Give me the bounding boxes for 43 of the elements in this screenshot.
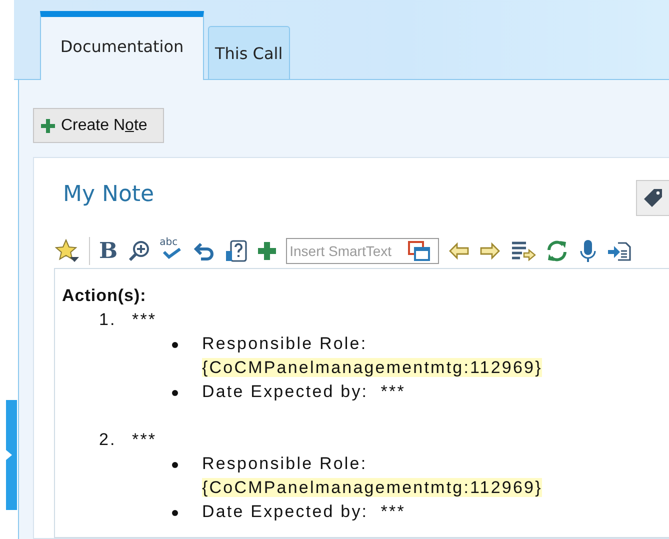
zoom-in-icon[interactable]	[126, 239, 151, 263]
smarttext-field[interactable]: Insert SmartText	[286, 238, 439, 264]
tag-icon	[642, 187, 664, 209]
list-number: 1.	[99, 309, 118, 331]
action-text: ***	[132, 309, 157, 331]
side-panel-handle[interactable]	[6, 400, 17, 510]
action-text: ***	[132, 429, 157, 451]
smarttext-input[interactable]: Insert SmartText	[290, 243, 408, 259]
smarttext-link[interactable]: {CoCMPanelmanagementmtg:112969}	[202, 478, 542, 497]
note-heading: Action(s):	[62, 285, 148, 307]
tag-button[interactable]	[636, 180, 669, 216]
spell-check-button[interactable]: abc	[160, 238, 184, 264]
note-editor[interactable]: Action(s): 1. *** Responsible Role: {CoCMPanelmanagementmtg:112969} Date Expected by: *** 2. *** Responsible Role: {CoCMPanelmanagementmtg:112969} Date Expected by: ***	[54, 268, 669, 538]
bullet-icon	[172, 342, 178, 348]
detail-label: Date Expected by:	[202, 502, 368, 521]
caret-right-icon	[6, 450, 12, 460]
detail-label: Date Expected by:	[202, 382, 368, 401]
list-arrow-icon[interactable]	[510, 240, 536, 262]
list-number: 2.	[99, 429, 118, 451]
microphone-icon[interactable]	[578, 239, 598, 263]
bullet-icon	[172, 390, 178, 396]
create-note-button[interactable]: Create Note	[33, 108, 164, 143]
arrow-right-icon[interactable]	[478, 242, 501, 260]
windows-icon[interactable]	[408, 241, 430, 261]
detail-value: ***	[380, 502, 406, 521]
note-title: My Note	[63, 182, 154, 206]
plus-icon	[40, 118, 56, 134]
star-icon[interactable]	[54, 238, 80, 264]
tab[interactable]: This Call	[208, 26, 290, 79]
help-document-icon[interactable]	[224, 239, 248, 263]
smarttext-link[interactable]: {CoCMPanelmanagementmtg:112969}	[202, 358, 542, 377]
refresh-icon[interactable]	[544, 239, 569, 263]
plus-icon[interactable]	[256, 241, 277, 261]
detail-label: Responsible Role:	[202, 334, 368, 353]
undo-icon[interactable]	[192, 240, 215, 262]
bullet-icon	[172, 462, 178, 468]
bold-button[interactable]: B	[99, 238, 118, 264]
bullet-icon	[172, 510, 178, 516]
tab[interactable]: Documentation	[40, 11, 204, 80]
import-document-icon[interactable]	[606, 240, 631, 262]
detail-label: Responsible Role:	[202, 454, 368, 473]
arrow-left-icon[interactable]	[448, 242, 470, 260]
detail-value: ***	[380, 382, 406, 401]
